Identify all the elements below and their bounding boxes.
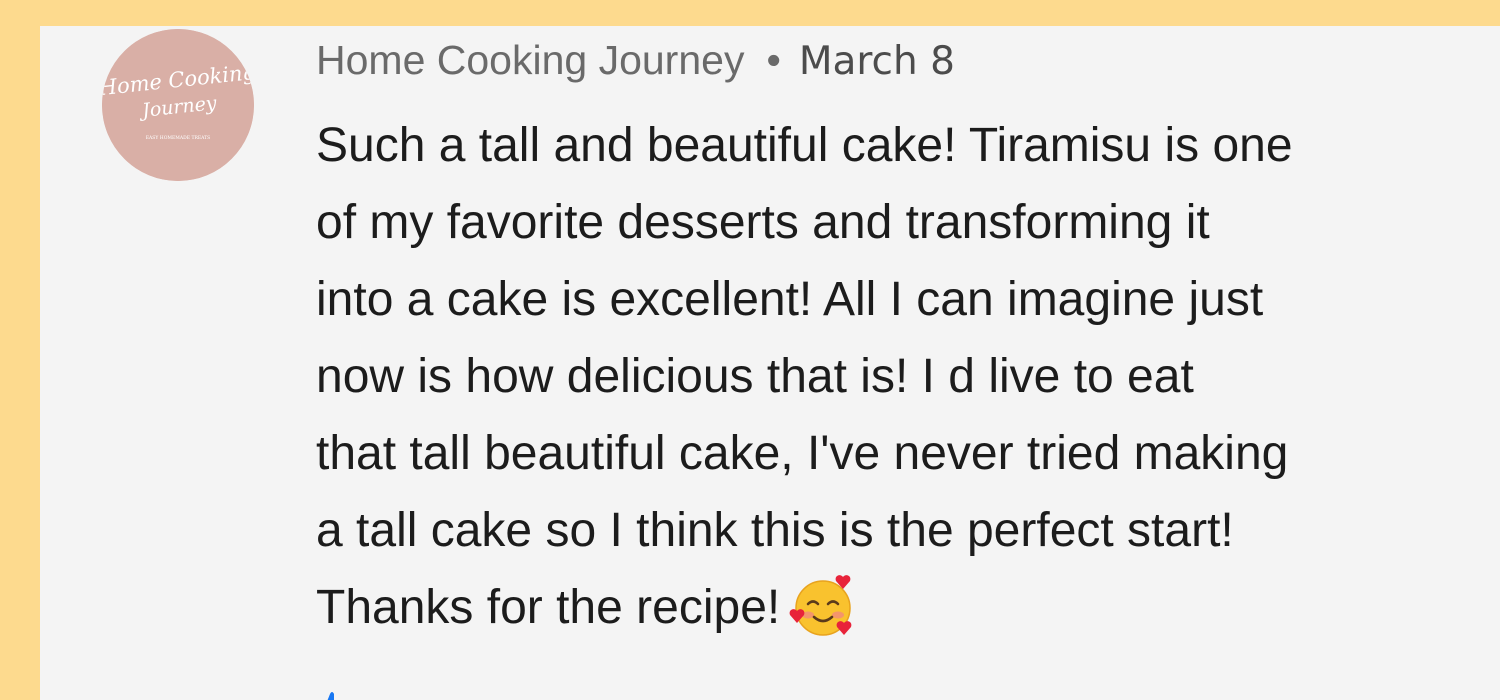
comment-author[interactable]: Home Cooking Journey (316, 37, 744, 83)
home-cooking-journey-logo: Home Cooking Journey EASY HOMEMADE TREAT… (102, 29, 254, 181)
comment-date[interactable]: March 8 (799, 39, 955, 84)
avatar[interactable]: Home Cooking Journey EASY HOMEMADE TREAT… (102, 29, 254, 181)
meta-separator: • (766, 37, 781, 83)
comment-text: Such a tall and beautiful cake! Tiramisu… (316, 107, 1436, 646)
comment-card: Home Cooking Journey EASY HOMEMADE TREAT… (40, 26, 1500, 700)
smiling-face-with-hearts-icon (788, 571, 858, 641)
comment-header: Home Cooking Journey • March 8 (316, 36, 955, 86)
like-icon[interactable] (316, 690, 346, 700)
svg-text:EASY HOMEMADE TREATS: EASY HOMEMADE TREATS (146, 135, 210, 141)
comment-text-content: Such a tall and beautiful cake! Tiramisu… (316, 119, 1293, 634)
